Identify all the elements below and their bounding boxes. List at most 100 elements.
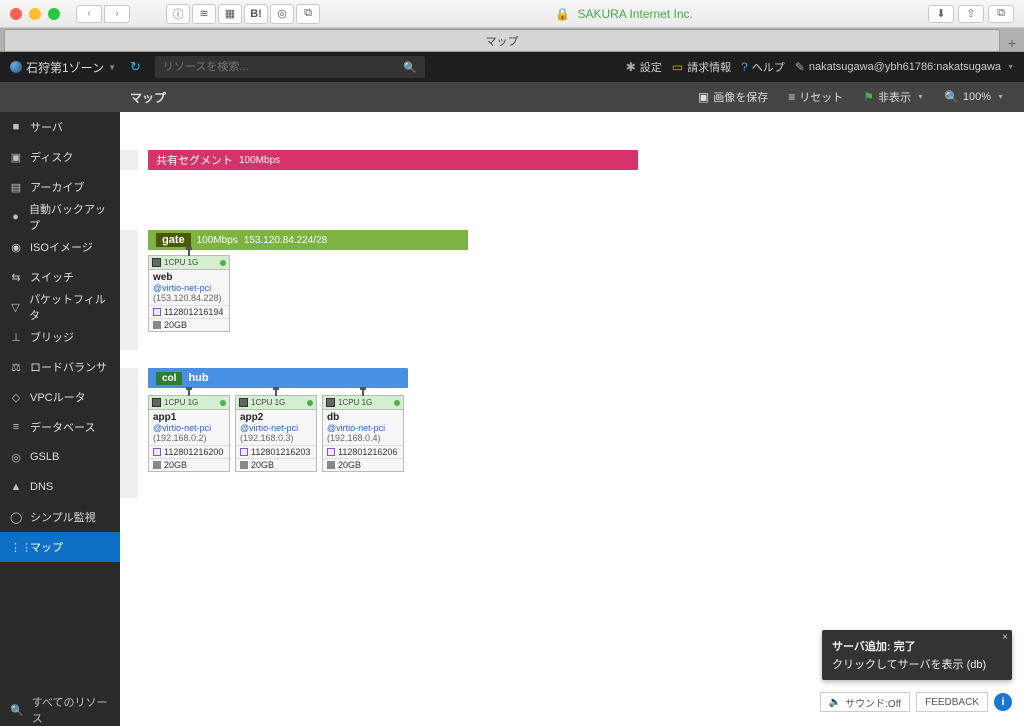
sidebar-item-label: ISOイメージ [30, 239, 93, 255]
server-card-header: 1CPU 1G [323, 396, 403, 410]
segment-shared[interactable]: 共有セグメント 100Mbps [148, 150, 638, 170]
ext-icon-4[interactable]: B! [244, 4, 268, 24]
segment-speed: 100Mbps [197, 235, 238, 246]
sidebar-item-server[interactable]: ■サーバ [0, 112, 120, 142]
search-box[interactable]: 🔍 [155, 56, 425, 78]
backup-icon: ● [10, 211, 21, 223]
back-button[interactable]: ‹ [76, 5, 102, 23]
tabs-icon[interactable]: ⧉ [988, 5, 1014, 23]
balance-icon: ⚖ [10, 361, 22, 374]
status-dot-icon [220, 260, 226, 266]
zoom-button[interactable]: 🔍100%▼ [934, 82, 1014, 112]
server-ip: (192.168.0.4) [327, 433, 399, 443]
toast-notification[interactable]: × サーバ追加: 完了 クリックしてサーバを表示 (db) [822, 630, 1012, 680]
browser-right-icons: ⬇ ⇧ ⧉ [928, 5, 1014, 23]
help-icon: ? [741, 60, 748, 74]
database-icon: ≡ [10, 421, 22, 433]
disk-icon [153, 448, 161, 456]
server-disk-size: 20GB [251, 460, 274, 470]
sidebar-item-disk[interactable]: ▣ディスク [0, 142, 120, 172]
forward-button[interactable]: › [104, 5, 130, 23]
search-input[interactable] [163, 61, 403, 73]
sound-toggle-button[interactable]: 🔈サウンド:Off [820, 692, 910, 712]
maximize-window-icon[interactable] [48, 8, 60, 20]
reset-icon: ≡ [788, 90, 795, 104]
info-icon[interactable]: i [994, 693, 1012, 711]
sidebar-item-vpc-router[interactable]: ◇VPCルータ [0, 382, 120, 412]
window-controls [10, 8, 60, 20]
feedback-label: FEEDBACK [925, 697, 979, 708]
sidebar-item-archive[interactable]: ▤アーカイブ [0, 172, 120, 202]
browser-tab[interactable]: マップ [4, 29, 1000, 51]
sidebar-item-label: シンプル監視 [30, 509, 96, 525]
server-name: app1 [153, 412, 225, 423]
sidebar-item-iso[interactable]: ◉ISOイメージ [0, 232, 120, 262]
dns-icon: ▲ [10, 481, 22, 493]
zone-selector[interactable]: 石狩第1ゾーン ▼ [10, 59, 116, 76]
server-card-web[interactable]: 1CPU 1G web @virtio-net-pci (153.120.84.… [148, 255, 230, 332]
connector-icon [188, 250, 190, 256]
chevron-down-icon: ▼ [108, 63, 116, 72]
toast-title: サーバ追加: 完了 [832, 638, 1002, 654]
ext-icon-3[interactable]: ▦ [218, 4, 242, 24]
sidebar-item-bridge[interactable]: ⊥ブリッジ [0, 322, 120, 352]
segment-gate[interactable]: gate 100Mbps 153.120.84.224/28 [148, 230, 468, 250]
map-icon: ⋮⋮ [10, 541, 22, 554]
map-canvas[interactable]: 共有セグメント 100Mbps gate 100Mbps 153.120.84.… [120, 112, 1024, 726]
download-icon[interactable]: ⬇ [928, 5, 954, 23]
reset-button[interactable]: ≡リセット [778, 82, 853, 112]
segment-speed: 100Mbps [239, 155, 280, 166]
server-card-header: 1CPU 1G [236, 396, 316, 410]
address-bar[interactable]: 🔒 SAKURA Internet Inc. [328, 7, 920, 21]
billing-link[interactable]: ▭請求情報 [672, 59, 731, 75]
canvas-gutter [120, 368, 138, 498]
server-ip: (192.168.0.2) [153, 433, 225, 443]
storage-icon [153, 461, 161, 469]
user-menu[interactable]: ✎nakatsugawa@ybh61786:nakatsugawa▼ [795, 60, 1014, 74]
sidebar-item-label: DNS [30, 481, 53, 493]
server-ip: (192.168.0.3) [240, 433, 312, 443]
sidebar-item-label: データベース [30, 419, 95, 435]
hide-label: 非表示 [878, 89, 911, 105]
sidebar-item-gslb[interactable]: ◎GSLB [0, 442, 120, 472]
sidebar-item-loadbalancer[interactable]: ⚖ロードバランサ [0, 352, 120, 382]
close-window-icon[interactable] [10, 8, 22, 20]
close-icon[interactable]: × [1002, 632, 1008, 643]
server-card-header: 1CPU 1G [149, 396, 229, 410]
server-disk-id: 112801216206 [338, 447, 397, 457]
feedback-button[interactable]: FEEDBACK [916, 692, 988, 712]
sidebar-item-backup[interactable]: ●自動バックアップ [0, 202, 120, 232]
sidebar-item-packet-filter[interactable]: ▽パケットフィルタ [0, 292, 120, 322]
help-link[interactable]: ?ヘルプ [741, 59, 785, 75]
server-card-db[interactable]: 1CPU 1G db @virtio-net-pci (192.168.0.4)… [322, 395, 404, 472]
save-image-button[interactable]: ▣画像を保存 [688, 82, 778, 112]
new-tab-button[interactable]: + [1000, 35, 1024, 51]
refresh-icon[interactable]: ↻ [130, 59, 141, 75]
sidebar-item-dns[interactable]: ▲ DNS [0, 472, 120, 502]
disk-icon: ▣ [10, 151, 22, 164]
disk-icon [240, 448, 248, 456]
ext-icon-1[interactable]: ⓘ [166, 4, 190, 24]
server-card-app1[interactable]: 1CPU 1G app1 @virtio-net-pci (192.168.0.… [148, 395, 230, 472]
server-disk-id: 112801216194 [164, 307, 223, 317]
save-image-label: 画像を保存 [713, 89, 768, 105]
sidebar-item-switch[interactable]: ⇆スイッチ [0, 262, 120, 292]
nav-buttons: ‹ › [76, 5, 130, 23]
ext-icon-2[interactable]: ≋ [192, 4, 216, 24]
ext-icon-5[interactable]: ◎ [270, 4, 294, 24]
server-card-app2[interactable]: 1CPU 1G app2 @virtio-net-pci (192.168.0.… [235, 395, 317, 472]
segment-hub[interactable]: col hub [148, 368, 408, 388]
sidebar-all-resources[interactable]: 🔍すべてのリソース [0, 694, 120, 726]
server-name: app2 [240, 412, 312, 423]
sidebar-item-simple-monitor[interactable]: ◯シンプル監視 [0, 502, 120, 532]
sidebar-item-map[interactable]: ⋮⋮マップ [0, 532, 120, 562]
settings-link[interactable]: ✱設定 [626, 59, 662, 75]
share-icon[interactable]: ⇧ [958, 5, 984, 23]
lock-icon: 🔒 [555, 7, 570, 21]
sidebar-item-database[interactable]: ≡ データベース [0, 412, 120, 442]
ext-icon-6[interactable]: ⧉ [296, 4, 320, 24]
disk-icon [327, 448, 335, 456]
hide-button[interactable]: ⚑非表示▼ [853, 82, 934, 112]
user-label: nakatsugawa@ybh61786:nakatsugawa [809, 61, 1001, 73]
minimize-window-icon[interactable] [29, 8, 41, 20]
